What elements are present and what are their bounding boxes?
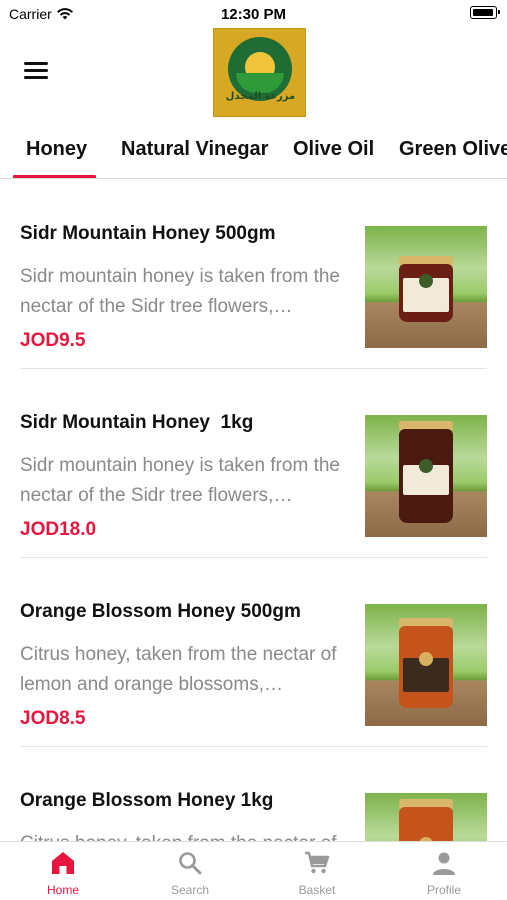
tab-green-olive[interactable]: Green Olive <box>399 138 507 161</box>
product-list: Sidr Mountain Honey 500gm Sidr mountain … <box>0 180 507 841</box>
product-image <box>365 226 487 348</box>
active-tab-indicator <box>13 175 96 178</box>
status-time: 12:30 PM <box>220 6 287 23</box>
product-description: Citrus honey, taken from the nectar of l… <box>20 644 337 695</box>
product-image <box>365 604 487 726</box>
product-title: Orange Blossom Honey 1kg <box>20 790 274 811</box>
product-title: Sidr Mountain Honey 500gm <box>20 223 276 244</box>
product-title: Sidr Mountain Honey 1kg <box>20 412 254 433</box>
tab-honey[interactable]: Honey <box>26 138 87 161</box>
category-tabs: Honey Natural Vinegar Olive Oil Green Ol… <box>0 128 507 179</box>
brand-logo: مزرعة المجدل <box>213 28 306 117</box>
cart-icon <box>305 851 330 874</box>
hamburger-menu-icon[interactable] <box>24 62 48 80</box>
nav-home-label: Home <box>46 883 79 897</box>
nav-search[interactable]: Search <box>127 842 253 900</box>
nav-basket-label: Basket <box>298 883 336 897</box>
product-description: Sidr mountain honey is taken from the ne… <box>20 455 340 506</box>
product-card[interactable]: Orange Blossom Honey 1kg Citrus honey, t… <box>20 747 487 841</box>
tab-olive-oil[interactable]: Olive Oil <box>293 138 374 161</box>
product-description: Sidr mountain honey is taken from the ne… <box>20 266 340 317</box>
logo-text: مزرعة المجدل <box>225 91 296 102</box>
search-icon <box>179 852 202 875</box>
app-header: مزرعة المجدل <box>0 28 507 126</box>
nav-profile-label: Profile <box>426 883 461 897</box>
nav-basket[interactable]: Basket <box>254 842 380 900</box>
battery-icon <box>470 6 500 19</box>
product-image <box>365 415 487 537</box>
product-title: Orange Blossom Honey 500gm <box>20 601 301 622</box>
bottom-navigation: Home Search Basket Profile <box>0 841 507 900</box>
product-image <box>365 793 487 841</box>
product-price: JOD18.0 <box>20 519 97 540</box>
product-card[interactable]: Orange Blossom Honey 500gm Citrus honey,… <box>20 558 487 747</box>
product-price: JOD9.5 <box>20 330 86 351</box>
product-card[interactable]: Sidr Mountain Honey 500gm Sidr mountain … <box>20 180 487 369</box>
status-bar: Carrier 12:30 PM <box>0 0 507 28</box>
nav-home[interactable]: Home <box>0 842 126 900</box>
nav-search-label: Search <box>170 883 210 897</box>
tab-natural-vinegar[interactable]: Natural Vinegar <box>121 138 268 161</box>
home-icon <box>52 852 74 874</box>
nav-profile[interactable]: Profile <box>381 842 507 900</box>
product-description: Citrus honey, taken from the nectar of l… <box>20 829 340 841</box>
product-card[interactable]: Sidr Mountain Honey 1kg Sidr mountain ho… <box>20 369 487 558</box>
person-icon <box>433 852 455 875</box>
product-price: JOD8.5 <box>20 708 86 729</box>
